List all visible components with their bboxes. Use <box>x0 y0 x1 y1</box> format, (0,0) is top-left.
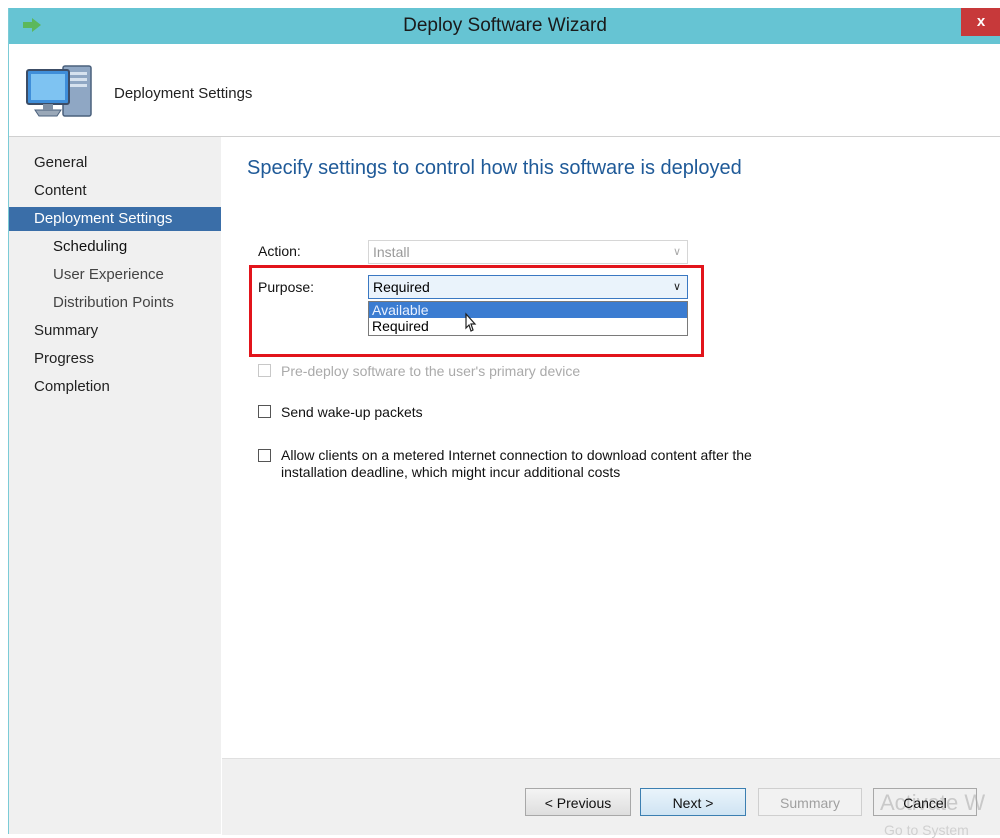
metered-connection-checkbox-label-line1: Allow clients on a metered Internet conn… <box>281 447 752 463</box>
wake-up-packets-checkbox-label: Send wake-up packets <box>281 404 423 420</box>
computer-icon <box>26 65 92 117</box>
wizard-window: Deploy Software Wizard x Deployment Sett… <box>8 8 1000 835</box>
chevron-down-icon: ∨ <box>672 246 681 258</box>
sidebar-item-user-experience[interactable]: User Experience <box>9 263 221 287</box>
metered-connection-checkbox-label-line2: installation deadline, which might incur… <box>281 464 621 480</box>
action-select-value: Install <box>373 244 410 260</box>
sidebar-item-progress[interactable]: Progress <box>9 347 221 371</box>
sidebar-item-scheduling[interactable]: Scheduling <box>9 235 221 259</box>
page-title: Specify settings to control how this sof… <box>247 157 742 179</box>
metered-connection-checkbox[interactable] <box>258 449 271 462</box>
next-button[interactable]: Next > <box>640 788 746 816</box>
action-select: Install ∨ <box>368 240 688 264</box>
action-label: Action: <box>258 243 301 259</box>
sidebar-item-completion[interactable]: Completion <box>9 375 221 399</box>
sidebar-item-content[interactable]: Content <box>9 179 221 203</box>
predeploy-checkbox-label: Pre-deploy software to the user's primar… <box>281 363 581 379</box>
activate-windows-watermark-subtext: Go to System <box>884 822 969 838</box>
previous-button[interactable]: < Previous <box>525 788 631 816</box>
sidebar-item-distribution-points[interactable]: Distribution Points <box>9 291 221 315</box>
summary-button: Summary <box>758 788 862 816</box>
sidebar-item-summary[interactable]: Summary <box>9 319 221 343</box>
title-bar: Deploy Software Wizard x <box>9 8 1000 44</box>
predeploy-checkbox <box>258 364 271 377</box>
close-button[interactable]: x <box>961 8 1000 36</box>
header-title: Deployment Settings <box>114 85 253 102</box>
sidebar-item-deployment-settings[interactable]: Deployment Settings <box>9 207 221 231</box>
window-title: Deploy Software Wizard <box>403 15 607 36</box>
sidebar-item-general[interactable]: General <box>9 151 221 175</box>
wizard-header: Deployment Settings <box>9 44 1000 137</box>
wake-up-packets-checkbox[interactable] <box>258 405 271 418</box>
highlight-annotation-box <box>249 265 704 357</box>
cancel-button[interactable]: Cancel <box>873 788 977 816</box>
wizard-sidebar: General Content Deployment Settings Sche… <box>9 137 221 834</box>
mouse-cursor-icon <box>465 312 477 332</box>
